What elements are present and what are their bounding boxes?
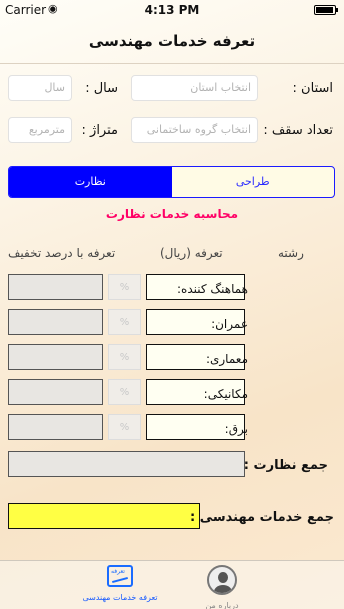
province-field[interactable]: انتخاب استان (131, 75, 258, 101)
percent-field-coordinator[interactable]: % (108, 274, 141, 300)
engineering-total-output (8, 503, 200, 529)
engineering-total-label: جمع خدمات مهندسی : (190, 510, 334, 525)
year-field[interactable]: سال (8, 75, 72, 101)
area-label: متراژ : (81, 123, 118, 138)
tab-label-about: درباره من (205, 601, 239, 609)
floors-label: تعداد سقف : (263, 123, 333, 138)
discount-output-architecture (8, 344, 103, 370)
status-bar: Carrier ◉ 4:13 PM (0, 0, 344, 20)
navigation-bar: تعرفه خدمات مهندسی (0, 20, 344, 64)
area-field[interactable]: مترمربع (8, 117, 72, 143)
tab-bar: تعرفه تعرفه خدمات مهندسی درباره من (0, 560, 344, 609)
discount-output-civil (8, 309, 103, 335)
supervision-total-output (8, 451, 245, 477)
percent-field-civil[interactable]: % (108, 309, 141, 335)
row-label-electrical: برق: (224, 422, 248, 436)
discount-output-electrical (8, 414, 103, 440)
column-tariff: تعرفه (ریال) (160, 246, 223, 260)
percent-field-architecture[interactable]: % (108, 344, 141, 370)
tab-design[interactable]: طراحی (172, 167, 335, 197)
discount-output-coordinator (8, 274, 103, 300)
percent-field-mechanical[interactable]: % (108, 379, 141, 405)
row-label-coordinator: هماهنگ کننده: (176, 282, 248, 296)
tab-supervision[interactable]: نظارت (9, 167, 172, 197)
column-discount: تعرفه با درصد تخفیف (8, 246, 116, 260)
floors-field[interactable]: انتخاب گروه ساختمانی (131, 117, 258, 143)
tariff-icon-text: تعرفه (111, 568, 125, 575)
avatar-icon (207, 565, 237, 595)
section-title: محاسبه خدمات نظارت (105, 207, 239, 221)
percent-field-electrical[interactable]: % (108, 414, 141, 440)
row-label-civil: عمران: (211, 317, 248, 331)
status-time: 4:13 PM (144, 3, 200, 17)
app-screen: Carrier ◉ 4:13 PM تعرفه خدمات مهندسی است… (0, 0, 344, 609)
page-title: تعرفه خدمات مهندسی (88, 32, 256, 50)
tab-engineering-tariff[interactable]: تعرفه تعرفه خدمات مهندسی (75, 565, 165, 602)
province-label: استان : (292, 81, 333, 96)
year-label: سال : (85, 81, 118, 96)
tariff-icon: تعرفه (107, 565, 133, 587)
service-type-segment: نظارت طراحی (8, 166, 335, 198)
discount-output-mechanical (8, 379, 103, 405)
battery-icon (314, 5, 338, 15)
row-label-mechanical: مکانیکی: (203, 387, 248, 401)
tab-about-me[interactable]: درباره من (177, 565, 267, 609)
row-label-architecture: معماری: (205, 352, 248, 366)
column-field: رشته (278, 246, 304, 260)
supervision-total-label: جمع نظارت : (243, 458, 328, 473)
tab-label-tariff: تعرفه خدمات مهندسی (82, 593, 158, 602)
